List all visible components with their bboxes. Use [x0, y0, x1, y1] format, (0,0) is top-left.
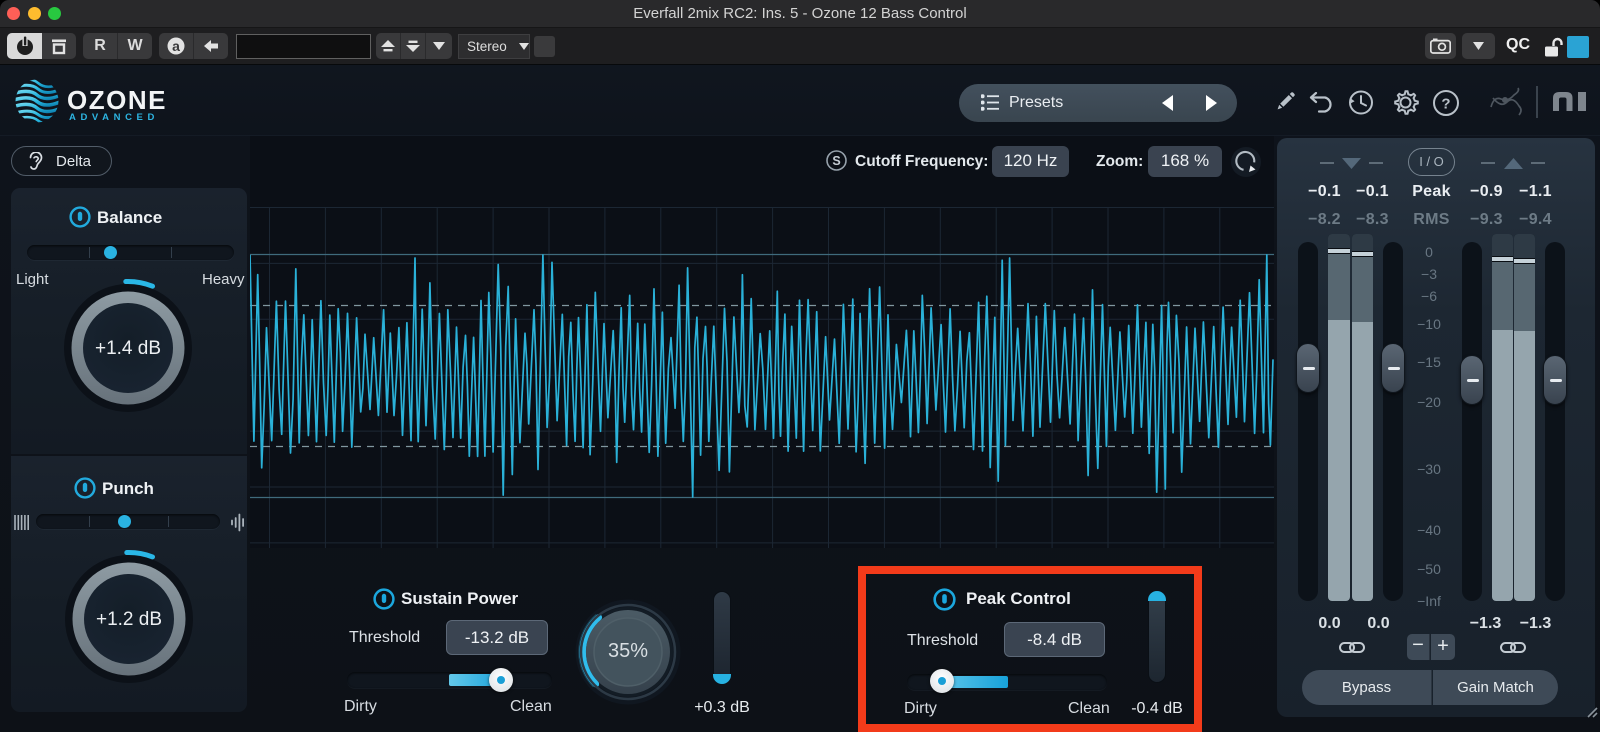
svg-text:S: S [832, 154, 840, 168]
svg-text:a: a [172, 38, 180, 54]
svg-text:?: ? [1441, 96, 1450, 113]
